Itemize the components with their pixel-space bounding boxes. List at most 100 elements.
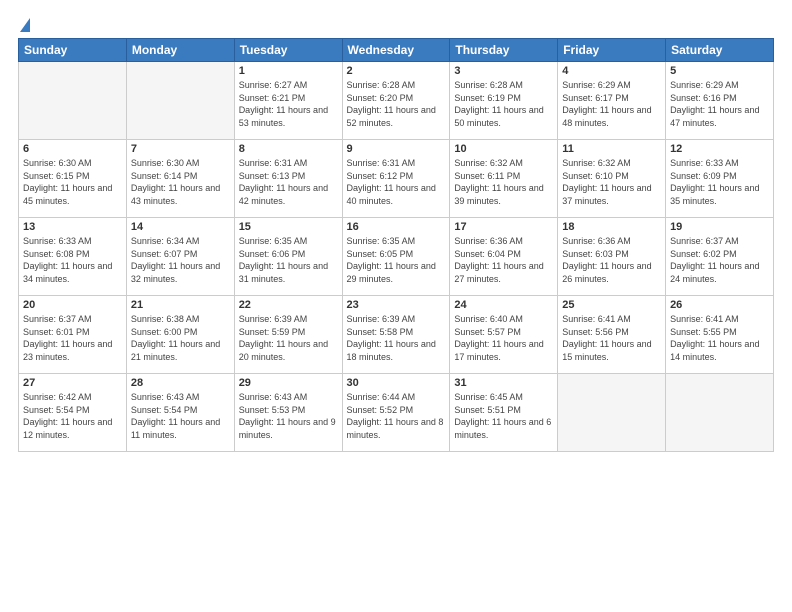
- day-info: Sunrise: 6:37 AM Sunset: 6:01 PM Dayligh…: [23, 313, 122, 363]
- day-number: 29: [239, 377, 338, 389]
- day-info: Sunrise: 6:45 AM Sunset: 5:51 PM Dayligh…: [454, 391, 553, 441]
- day-info: Sunrise: 6:35 AM Sunset: 6:05 PM Dayligh…: [347, 235, 446, 285]
- day-info: Sunrise: 6:32 AM Sunset: 6:10 PM Dayligh…: [562, 157, 661, 207]
- day-info: Sunrise: 6:39 AM Sunset: 5:58 PM Dayligh…: [347, 313, 446, 363]
- day-info: Sunrise: 6:28 AM Sunset: 6:20 PM Dayligh…: [347, 79, 446, 129]
- logo: [18, 18, 30, 30]
- day-info: Sunrise: 6:41 AM Sunset: 5:55 PM Dayligh…: [670, 313, 769, 363]
- logo-arrow-icon: [20, 18, 30, 32]
- calendar-cell: 3Sunrise: 6:28 AM Sunset: 6:19 PM Daylig…: [450, 62, 558, 140]
- calendar-cell: 21 Sunrise: 6:38 AM Sunset: 6:00 PM Dayli…: [126, 296, 234, 374]
- day-number: 21: [131, 299, 230, 311]
- calendar-cell: 18Sunrise: 6:36 AM Sunset: 6:03 PM Dayli…: [558, 218, 666, 296]
- weekday-header-row: SundayMondayTuesdayWednesdayThursdayFrid…: [19, 39, 774, 62]
- day-number: 13: [23, 221, 122, 233]
- day-number: 28: [131, 377, 230, 389]
- calendar-cell: 11 Sunrise: 6:32 AM Sunset: 6:10 PM Dayli…: [558, 140, 666, 218]
- day-number: 22: [239, 299, 338, 311]
- calendar-cell: 22 Sunrise: 6:39 AM Sunset: 5:59 PM Dayli…: [234, 296, 342, 374]
- day-number: 6: [23, 143, 122, 155]
- weekday-header-wednesday: Wednesday: [342, 39, 450, 62]
- day-number: 14: [131, 221, 230, 233]
- day-info: Sunrise: 6:33 AM Sunset: 6:08 PM Dayligh…: [23, 235, 122, 285]
- day-info: Sunrise: 6:32 AM Sunset: 6:11 PM Dayligh…: [454, 157, 553, 207]
- calendar-cell: [666, 374, 774, 452]
- day-number: 23: [347, 299, 446, 311]
- day-info: Sunrise: 6:33 AM Sunset: 6:09 PM Dayligh…: [670, 157, 769, 207]
- day-number: 9: [347, 143, 446, 155]
- day-info: Sunrise: 6:35 AM Sunset: 6:06 PM Dayligh…: [239, 235, 338, 285]
- calendar-cell: 20 Sunrise: 6:37 AM Sunset: 6:01 PM Dayli…: [19, 296, 127, 374]
- weekday-header-monday: Monday: [126, 39, 234, 62]
- calendar-cell: 14 Sunrise: 6:34 AM Sunset: 6:07 PM Dayli…: [126, 218, 234, 296]
- day-info: Sunrise: 6:39 AM Sunset: 5:59 PM Dayligh…: [239, 313, 338, 363]
- day-number: 5: [670, 65, 769, 77]
- calendar-cell: 1 Sunrise: 6:27 AM Sunset: 6:21 PM Daylig…: [234, 62, 342, 140]
- weekday-header-sunday: Sunday: [19, 39, 127, 62]
- calendar-week-1: 1 Sunrise: 6:27 AM Sunset: 6:21 PM Daylig…: [19, 62, 774, 140]
- calendar-cell: 30Sunrise: 6:44 AM Sunset: 5:52 PM Dayli…: [342, 374, 450, 452]
- calendar-cell: 12Sunrise: 6:33 AM Sunset: 6:09 PM Dayli…: [666, 140, 774, 218]
- day-info: Sunrise: 6:27 AM Sunset: 6:21 PM Dayligh…: [239, 79, 338, 129]
- calendar-cell: 23 Sunrise: 6:39 AM Sunset: 5:58 PM Dayli…: [342, 296, 450, 374]
- day-info: Sunrise: 6:44 AM Sunset: 5:52 PM Dayligh…: [347, 391, 446, 441]
- calendar-cell: 10 Sunrise: 6:32 AM Sunset: 6:11 PM Dayli…: [450, 140, 558, 218]
- day-number: 27: [23, 377, 122, 389]
- day-number: 18: [562, 221, 661, 233]
- day-number: 11: [562, 143, 661, 155]
- calendar-cell: 9 Sunrise: 6:31 AM Sunset: 6:12 PM Daylig…: [342, 140, 450, 218]
- day-number: 10: [454, 143, 553, 155]
- day-number: 26: [670, 299, 769, 311]
- day-info: Sunrise: 6:30 AM Sunset: 6:14 PM Dayligh…: [131, 157, 230, 207]
- day-info: Sunrise: 6:42 AM Sunset: 5:54 PM Dayligh…: [23, 391, 122, 441]
- day-number: 17: [454, 221, 553, 233]
- day-number: 24: [454, 299, 553, 311]
- calendar-cell: 15Sunrise: 6:35 AM Sunset: 6:06 PM Dayli…: [234, 218, 342, 296]
- day-info: Sunrise: 6:36 AM Sunset: 6:04 PM Dayligh…: [454, 235, 553, 285]
- day-number: 2: [347, 65, 446, 77]
- weekday-header-tuesday: Tuesday: [234, 39, 342, 62]
- day-info: Sunrise: 6:37 AM Sunset: 6:02 PM Dayligh…: [670, 235, 769, 285]
- calendar-week-4: 20 Sunrise: 6:37 AM Sunset: 6:01 PM Dayli…: [19, 296, 774, 374]
- calendar-cell: 29 Sunrise: 6:43 AM Sunset: 5:53 PM Dayli…: [234, 374, 342, 452]
- calendar-cell: 17 Sunrise: 6:36 AM Sunset: 6:04 PM Dayli…: [450, 218, 558, 296]
- calendar-cell: 5 Sunrise: 6:29 AM Sunset: 6:16 PM Daylig…: [666, 62, 774, 140]
- day-info: Sunrise: 6:43 AM Sunset: 5:53 PM Dayligh…: [239, 391, 338, 441]
- day-number: 20: [23, 299, 122, 311]
- header: [18, 18, 774, 30]
- weekday-header-saturday: Saturday: [666, 39, 774, 62]
- day-info: Sunrise: 6:31 AM Sunset: 6:13 PM Dayligh…: [239, 157, 338, 207]
- day-info: Sunrise: 6:29 AM Sunset: 6:17 PM Dayligh…: [562, 79, 661, 129]
- calendar-cell: 13 Sunrise: 6:33 AM Sunset: 6:08 PM Dayli…: [19, 218, 127, 296]
- calendar-cell: 6 Sunrise: 6:30 AM Sunset: 6:15 PM Daylig…: [19, 140, 127, 218]
- day-number: 1: [239, 65, 338, 77]
- calendar-week-3: 13 Sunrise: 6:33 AM Sunset: 6:08 PM Dayli…: [19, 218, 774, 296]
- day-info: Sunrise: 6:34 AM Sunset: 6:07 PM Dayligh…: [131, 235, 230, 285]
- day-number: 7: [131, 143, 230, 155]
- day-number: 31: [454, 377, 553, 389]
- calendar-cell: 27 Sunrise: 6:42 AM Sunset: 5:54 PM Dayli…: [19, 374, 127, 452]
- day-info: Sunrise: 6:30 AM Sunset: 6:15 PM Dayligh…: [23, 157, 122, 207]
- page: SundayMondayTuesdayWednesdayThursdayFrid…: [0, 0, 792, 612]
- calendar-week-2: 6 Sunrise: 6:30 AM Sunset: 6:15 PM Daylig…: [19, 140, 774, 218]
- calendar-cell: 31 Sunrise: 6:45 AM Sunset: 5:51 PM Dayli…: [450, 374, 558, 452]
- calendar-cell: 25 Sunrise: 6:41 AM Sunset: 5:56 PM Dayli…: [558, 296, 666, 374]
- day-info: Sunrise: 6:29 AM Sunset: 6:16 PM Dayligh…: [670, 79, 769, 129]
- day-number: 16: [347, 221, 446, 233]
- calendar-cell: [558, 374, 666, 452]
- calendar-week-5: 27 Sunrise: 6:42 AM Sunset: 5:54 PM Dayli…: [19, 374, 774, 452]
- day-info: Sunrise: 6:43 AM Sunset: 5:54 PM Dayligh…: [131, 391, 230, 441]
- calendar-cell: 2 Sunrise: 6:28 AM Sunset: 6:20 PM Daylig…: [342, 62, 450, 140]
- calendar-cell: 7 Sunrise: 6:30 AM Sunset: 6:14 PM Daylig…: [126, 140, 234, 218]
- day-number: 25: [562, 299, 661, 311]
- day-number: 3: [454, 65, 553, 77]
- day-info: Sunrise: 6:31 AM Sunset: 6:12 PM Dayligh…: [347, 157, 446, 207]
- day-info: Sunrise: 6:38 AM Sunset: 6:00 PM Dayligh…: [131, 313, 230, 363]
- day-info: Sunrise: 6:40 AM Sunset: 5:57 PM Dayligh…: [454, 313, 553, 363]
- day-number: 19: [670, 221, 769, 233]
- day-info: Sunrise: 6:41 AM Sunset: 5:56 PM Dayligh…: [562, 313, 661, 363]
- calendar-cell: 19 Sunrise: 6:37 AM Sunset: 6:02 PM Dayli…: [666, 218, 774, 296]
- calendar-cell: [19, 62, 127, 140]
- calendar-cell: 26 Sunrise: 6:41 AM Sunset: 5:55 PM Dayli…: [666, 296, 774, 374]
- weekday-header-friday: Friday: [558, 39, 666, 62]
